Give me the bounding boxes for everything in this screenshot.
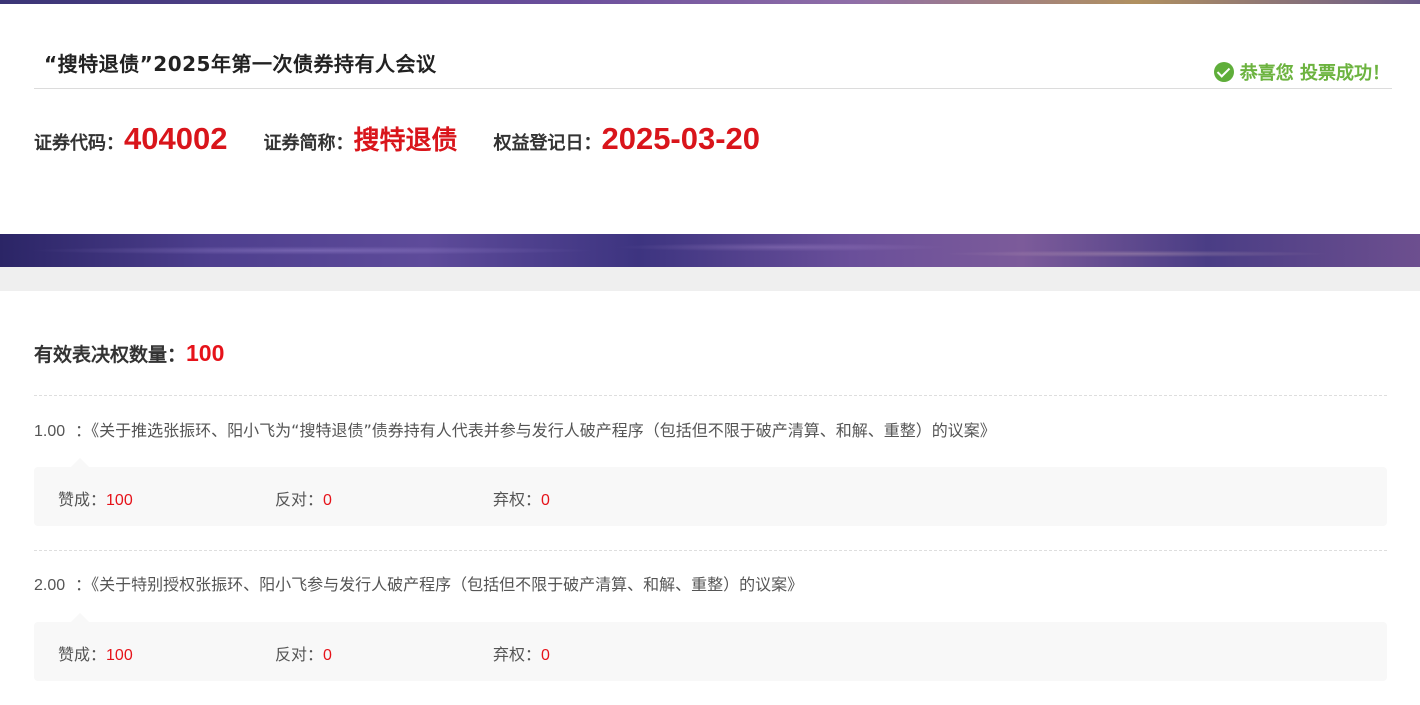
valid-votes-value: 100 [186,340,225,366]
divider [34,395,1387,396]
abstain-count: 弃权：0 [493,645,550,664]
security-short-name-label: 证券简称： [263,133,354,154]
security-code-value: 404002 [124,121,228,156]
motion-result: 赞成：100 反对：0 弃权：0 [34,458,1387,526]
for-count: 赞成：100 [58,645,133,664]
security-short-name-value: 搜特退债 [353,126,458,156]
for-count: 赞成：100 [58,490,133,509]
section-separator-band [0,267,1420,291]
against-count: 反对：0 [275,645,332,664]
divider [34,550,1387,551]
motion-separator: ： [75,421,92,440]
motion-separator: ： [75,575,92,594]
decorative-banner [0,234,1420,267]
motion-title: 2.00 ：《关于特别授权张振环、阳小飞参与发行人破产程序（包括但不限于破产清算、… [34,571,803,595]
against-count: 反对：0 [275,490,332,509]
security-info: 证券代码： 404002 证券简称： 搜特退债 权益登记日： 2025-03-2… [34,120,796,157]
security-code-label: 证券代码： [34,133,124,154]
motion-name: 《关于特别授权张振环、阳小飞参与发行人破产程序（包括但不限于破产清算、和解、重整… [91,575,804,594]
check-circle-icon [1213,62,1234,82]
record-date-value: 2025-03-20 [601,121,761,156]
motion-result: 赞成：100 反对：0 弃权：0 [34,613,1387,681]
motion-number: 2.00 [34,577,66,594]
abstain-count: 弃权：0 [493,490,550,509]
record-date-label: 权益登记日： [493,133,602,154]
valid-votes: 有效表决权数量：100 [34,340,224,367]
motion-title: 1.00 ：《关于推选张振环、阳小飞为“搜特退债”债券持有人代表并参与发行人破产程… [34,417,996,441]
success-status: 恭喜您 投票成功！ [1213,59,1390,85]
header: “搜特退债”2025年第一次债券持有人会议 恭喜您 投票成功！ [34,4,1392,89]
meeting-title: “搜特退债”2025年第一次债券持有人会议 [44,52,437,76]
valid-votes-label: 有效表决权数量： [34,344,187,366]
motion-number: 1.00 [34,423,66,440]
success-message: 恭喜您 投票成功！ [1239,63,1390,84]
motion-name: 《关于推选张振环、阳小飞为“搜特退债”债券持有人代表并参与发行人破产程序（包括但… [91,421,996,440]
